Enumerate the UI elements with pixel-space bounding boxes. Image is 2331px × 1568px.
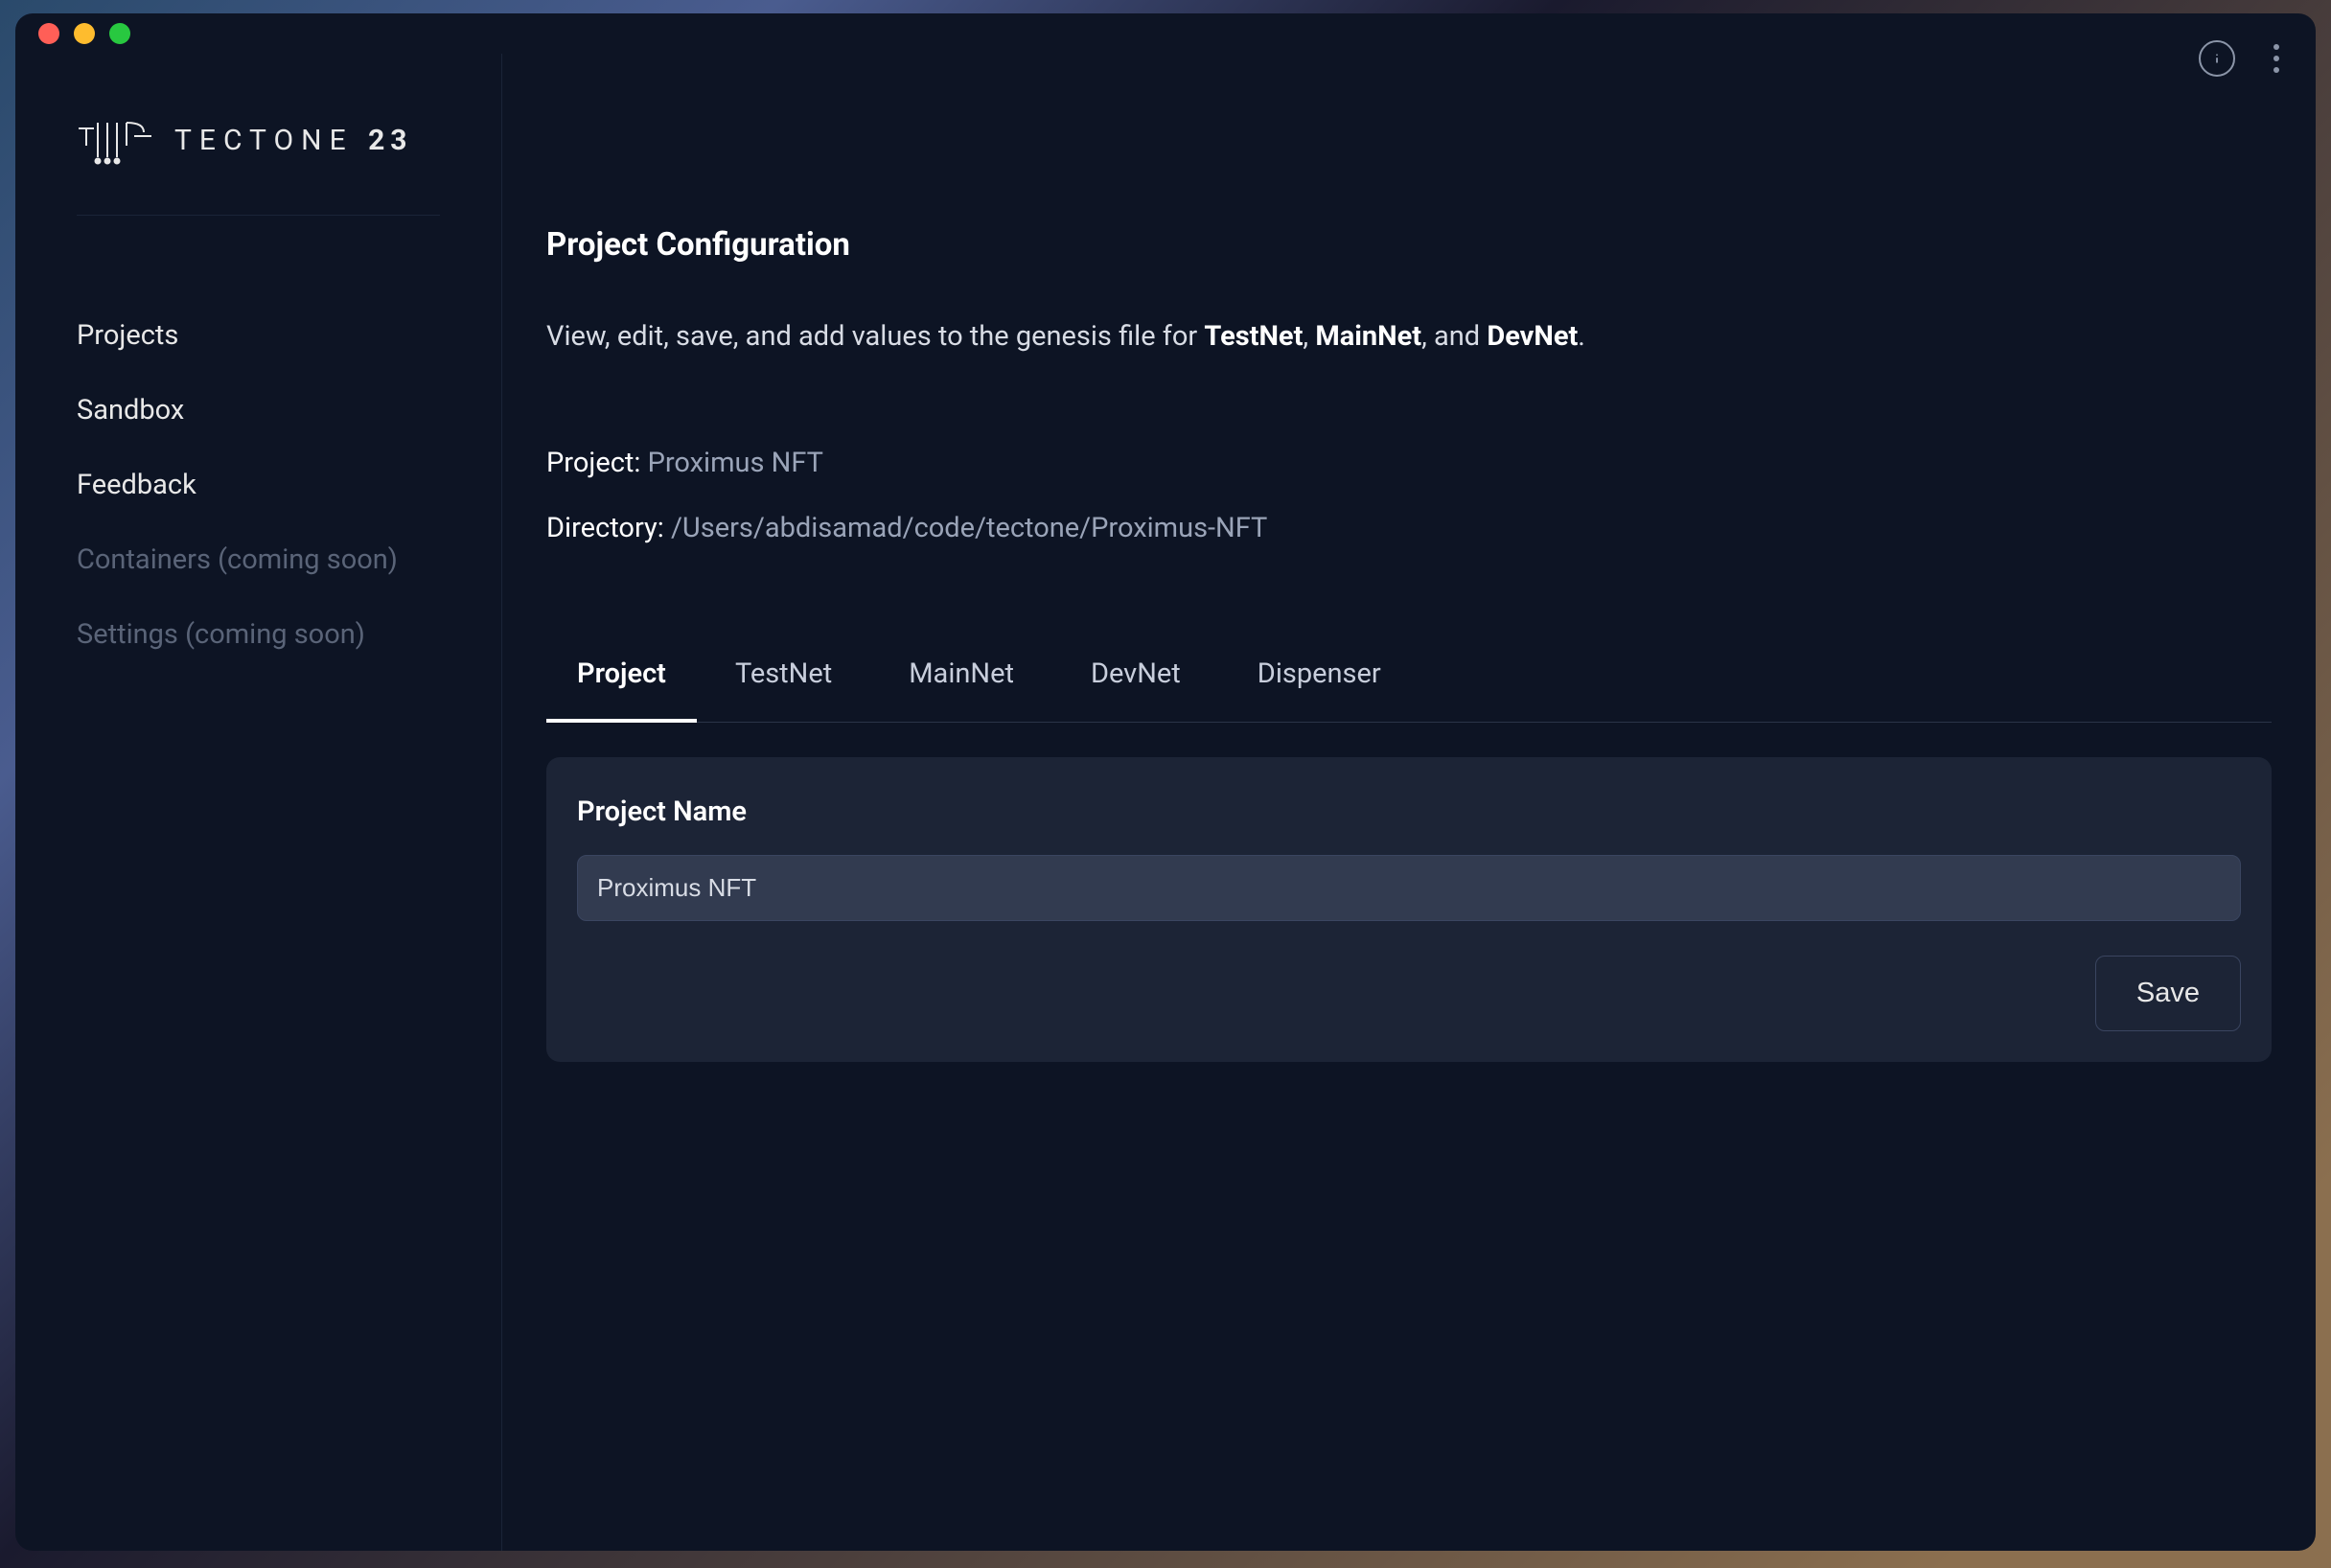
titlebar-actions bbox=[2199, 40, 2283, 77]
sidebar-item-feedback[interactable]: Feedback bbox=[77, 469, 440, 501]
traffic-lights bbox=[38, 23, 130, 44]
brand-logo: TECTONE 23 bbox=[77, 115, 440, 165]
page-title: Project Configuration bbox=[546, 226, 2272, 264]
window-titlebar bbox=[15, 13, 2316, 54]
sidebar-item-sandbox[interactable]: Sandbox bbox=[77, 394, 440, 427]
desc-text: View, edit, save, and add values to the … bbox=[546, 320, 1204, 353]
sidebar-item-settings: Settings (coming soon) bbox=[77, 618, 440, 651]
form-actions: Save bbox=[577, 956, 2241, 1031]
page-description: View, edit, save, and add values to the … bbox=[546, 317, 2272, 357]
tab-mainnet[interactable]: MainNet bbox=[870, 657, 1052, 723]
tab-project[interactable]: Project bbox=[546, 657, 697, 723]
brand-name: TECTONE bbox=[174, 124, 354, 157]
minimize-button[interactable] bbox=[74, 23, 95, 44]
sidebar-item-containers: Containers (coming soon) bbox=[77, 543, 440, 576]
directory-value: /Users/abdisamad/code/tectone/Proximus-N… bbox=[671, 512, 1267, 544]
tab-devnet[interactable]: DevNet bbox=[1052, 657, 1219, 723]
kebab-menu-icon[interactable] bbox=[2270, 40, 2283, 77]
main-content: Project Configuration View, edit, save, … bbox=[502, 54, 2316, 1551]
desc-suffix: . bbox=[1578, 320, 1585, 353]
logo-icon bbox=[77, 115, 153, 165]
project-name-label: Project Name bbox=[577, 796, 2241, 828]
brand-text: TECTONE 23 bbox=[174, 124, 413, 157]
maximize-button[interactable] bbox=[109, 23, 130, 44]
directory-row: Directory: /Users/abdisamad/code/tectone… bbox=[546, 512, 2272, 544]
brand-suffix: 23 bbox=[368, 124, 412, 157]
desc-mainnet: MainNet bbox=[1315, 320, 1421, 353]
tab-bar: Project TestNet MainNet DevNet Dispenser bbox=[546, 657, 2272, 723]
save-button[interactable]: Save bbox=[2095, 956, 2241, 1031]
desc-sep1: , bbox=[1303, 320, 1315, 353]
app-window: TECTONE 23 Projects Sandbox Feedback Con… bbox=[15, 13, 2316, 1551]
close-button[interactable] bbox=[38, 23, 59, 44]
desc-testnet: TestNet bbox=[1204, 320, 1303, 353]
desc-devnet: DevNet bbox=[1487, 320, 1578, 353]
form-card: Project Name Save bbox=[546, 757, 2272, 1062]
info-icon[interactable] bbox=[2199, 40, 2235, 77]
project-label: Project: bbox=[546, 447, 648, 479]
nav-list: Projects Sandbox Feedback Containers (co… bbox=[77, 319, 440, 651]
app-body: TECTONE 23 Projects Sandbox Feedback Con… bbox=[15, 54, 2316, 1551]
sidebar: TECTONE 23 Projects Sandbox Feedback Con… bbox=[15, 54, 502, 1551]
desc-sep2: , and bbox=[1421, 320, 1487, 353]
project-name-input[interactable] bbox=[577, 855, 2241, 921]
project-meta: Project: Proximus NFT Directory: /Users/… bbox=[546, 447, 2272, 544]
directory-label: Directory: bbox=[546, 512, 671, 544]
tab-dispenser[interactable]: Dispenser bbox=[1219, 657, 1419, 723]
tab-testnet[interactable]: TestNet bbox=[697, 657, 870, 723]
sidebar-divider bbox=[77, 215, 440, 216]
project-value: Proximus NFT bbox=[648, 447, 823, 479]
project-row: Project: Proximus NFT bbox=[546, 447, 2272, 479]
sidebar-item-projects[interactable]: Projects bbox=[77, 319, 440, 352]
